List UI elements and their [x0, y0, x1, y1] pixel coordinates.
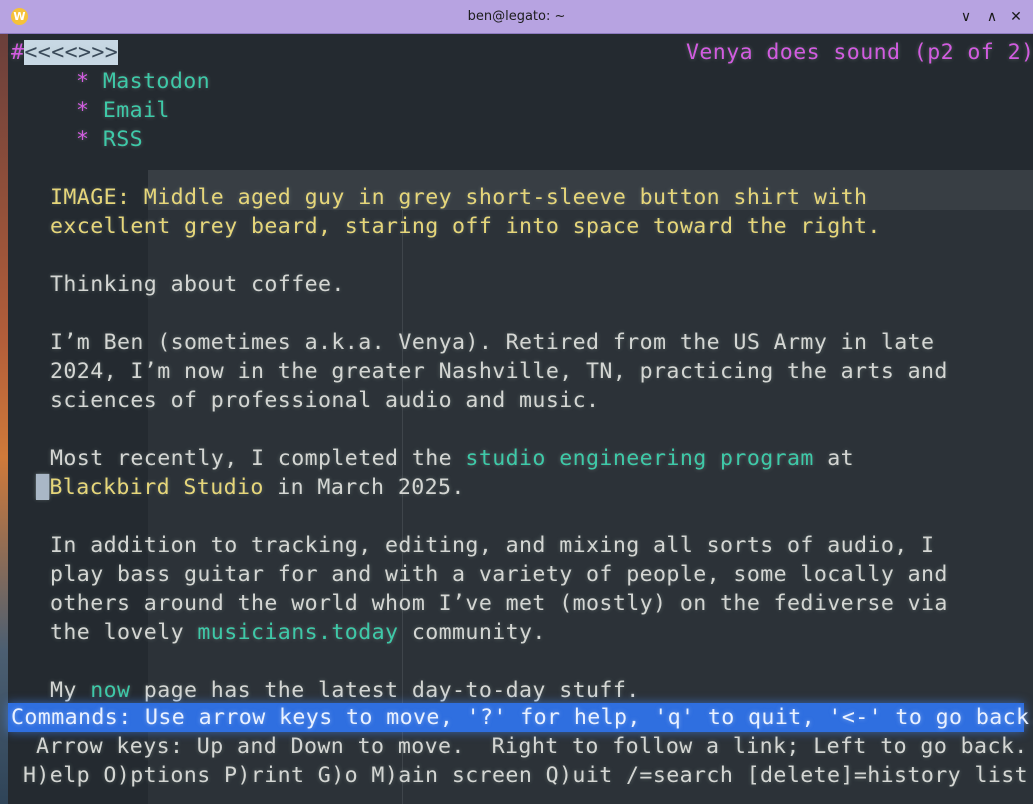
- link-mastodon[interactable]: Mastodon: [103, 69, 210, 94]
- link-musicians-today[interactable]: musicians.today: [197, 620, 398, 645]
- close-button[interactable]: ✕: [1006, 7, 1026, 27]
- paragraph: the lovely musicians.today community.: [50, 618, 546, 647]
- paragraph: My now page has the latest day-to-day st…: [50, 676, 640, 705]
- paragraph: Most recently, I completed the studio en…: [50, 444, 854, 473]
- window-title: ben@legato: ~: [467, 9, 566, 24]
- paragraph: In addition to tracking, editing, and mi…: [50, 533, 935, 558]
- terminal-area[interactable]: #<<<<>>> Venya does sound (p2 of 2) * Ma…: [0, 34, 1033, 804]
- bullet: *: [76, 98, 90, 123]
- bullet: *: [76, 127, 90, 152]
- nav-arrows[interactable]: <<<<>>>: [24, 40, 119, 65]
- text: in March 2025.: [263, 475, 465, 500]
- text: Most recently, I completed the: [50, 446, 466, 471]
- help-line: H)elp O)ptions P)rint G)o M)ain screen Q…: [23, 763, 1029, 788]
- paragraph: Thinking about coffee.: [50, 272, 345, 297]
- maximize-button[interactable]: ∧: [982, 7, 1002, 27]
- text: the lovely: [50, 620, 198, 645]
- list-item: * Mastodon: [76, 67, 210, 96]
- page-title: Venya does sound (p2 of 2): [686, 40, 1033, 65]
- status-line: Commands: Use arrow keys to move, '?' fo…: [11, 705, 1033, 730]
- minimize-button[interactable]: ∨: [956, 7, 976, 27]
- paragraph: sciences of professional audio and music…: [50, 388, 600, 413]
- help-line: Arrow keys: Up and Down to move. Right t…: [36, 734, 1028, 759]
- list-item: * Email: [76, 96, 170, 125]
- image-alt-text: IMAGE: Middle aged guy in grey short-sle…: [50, 185, 868, 210]
- link-now[interactable]: now: [90, 678, 130, 703]
- paragraph: play bass guitar for and with a variety …: [50, 562, 948, 587]
- link-rss[interactable]: RSS: [103, 127, 143, 152]
- paragraph: others around the world whom I’ve met (m…: [50, 591, 948, 616]
- text: community.: [398, 620, 546, 645]
- link-studio-engineering[interactable]: studio engineering program: [465, 446, 813, 471]
- bullet: *: [76, 69, 90, 94]
- top-left-nav: #<<<<>>>: [11, 38, 119, 67]
- text: at: [813, 446, 855, 471]
- marker: #: [11, 40, 25, 65]
- window-titlebar[interactable]: W ben@legato: ~ ∨ ∧ ✕: [0, 0, 1033, 34]
- image-alt-text: excellent grey beard, staring off into s…: [50, 214, 881, 239]
- text: My: [50, 678, 91, 703]
- paragraph: I’m Ben (sometimes a.k.a. Venya). Retire…: [50, 330, 935, 355]
- paragraph: 2024, I’m now in the greater Nashville, …: [50, 359, 948, 384]
- link-blackbird-studio[interactable]: Blackbird Studio: [49, 475, 263, 500]
- link-email[interactable]: Email: [103, 98, 170, 123]
- list-item: * RSS: [76, 125, 143, 154]
- text-cursor: █: [36, 475, 50, 500]
- background-wallpaper: [0, 34, 8, 804]
- text: page has the latest day-to-day stuff.: [130, 678, 640, 703]
- paragraph: █Blackbird Studio in March 2025.: [36, 473, 465, 502]
